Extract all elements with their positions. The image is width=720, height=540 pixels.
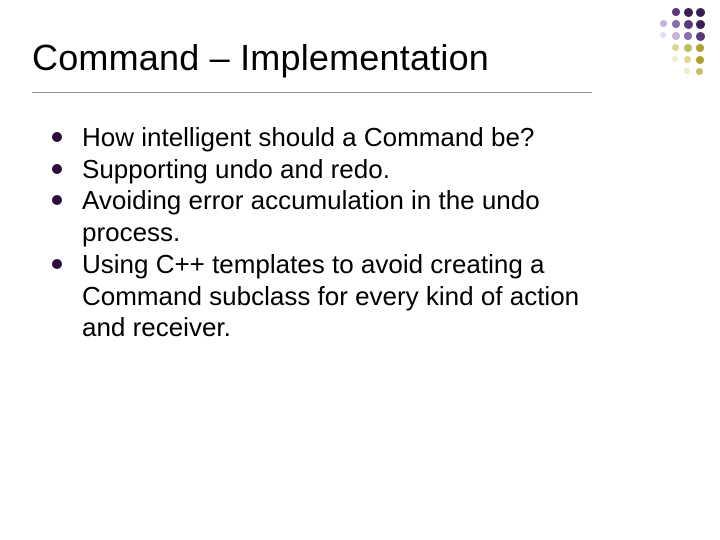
dot-icon <box>696 32 705 41</box>
dot-icon <box>696 68 703 75</box>
list-item: Supporting undo and redo. <box>46 154 606 186</box>
list-item: Avoiding error accumulation in the undo … <box>46 185 606 248</box>
bullet-text: Supporting undo and redo. <box>82 154 390 184</box>
dot-icon <box>696 56 704 64</box>
bullet-list: How intelligent should a Command be? Sup… <box>46 122 606 344</box>
dot-icon <box>696 44 704 52</box>
dot-icon <box>696 20 705 29</box>
title-underline <box>32 92 592 93</box>
dot-icon <box>684 8 693 17</box>
bullet-text: Avoiding error accumulation in the undo … <box>82 185 540 247</box>
dot-icon <box>672 20 680 28</box>
bullet-text: Using C++ templates to avoid creating a … <box>82 249 579 342</box>
dot-icon <box>660 20 667 27</box>
dot-icon <box>672 44 679 51</box>
content-area: How intelligent should a Command be? Sup… <box>46 122 606 344</box>
slide: Command – Implementation How intelligent… <box>0 0 720 540</box>
dot-icon <box>696 8 705 17</box>
title-area: Command – Implementation <box>32 38 592 93</box>
dot-icon <box>684 44 692 52</box>
list-item: How intelligent should a Command be? <box>46 122 606 154</box>
dot-icon <box>660 32 666 38</box>
dot-icon <box>684 56 691 63</box>
dot-icon <box>684 20 693 29</box>
dot-icon <box>672 8 680 16</box>
bullet-text: How intelligent should a Command be? <box>82 122 534 152</box>
dot-icon <box>684 32 692 40</box>
dot-icon <box>672 32 680 40</box>
dot-icon <box>672 56 678 62</box>
dot-icon <box>684 68 690 74</box>
list-item: Using C++ templates to avoid creating a … <box>46 249 606 344</box>
slide-title: Command – Implementation <box>32 38 592 84</box>
corner-decoration <box>626 8 706 88</box>
